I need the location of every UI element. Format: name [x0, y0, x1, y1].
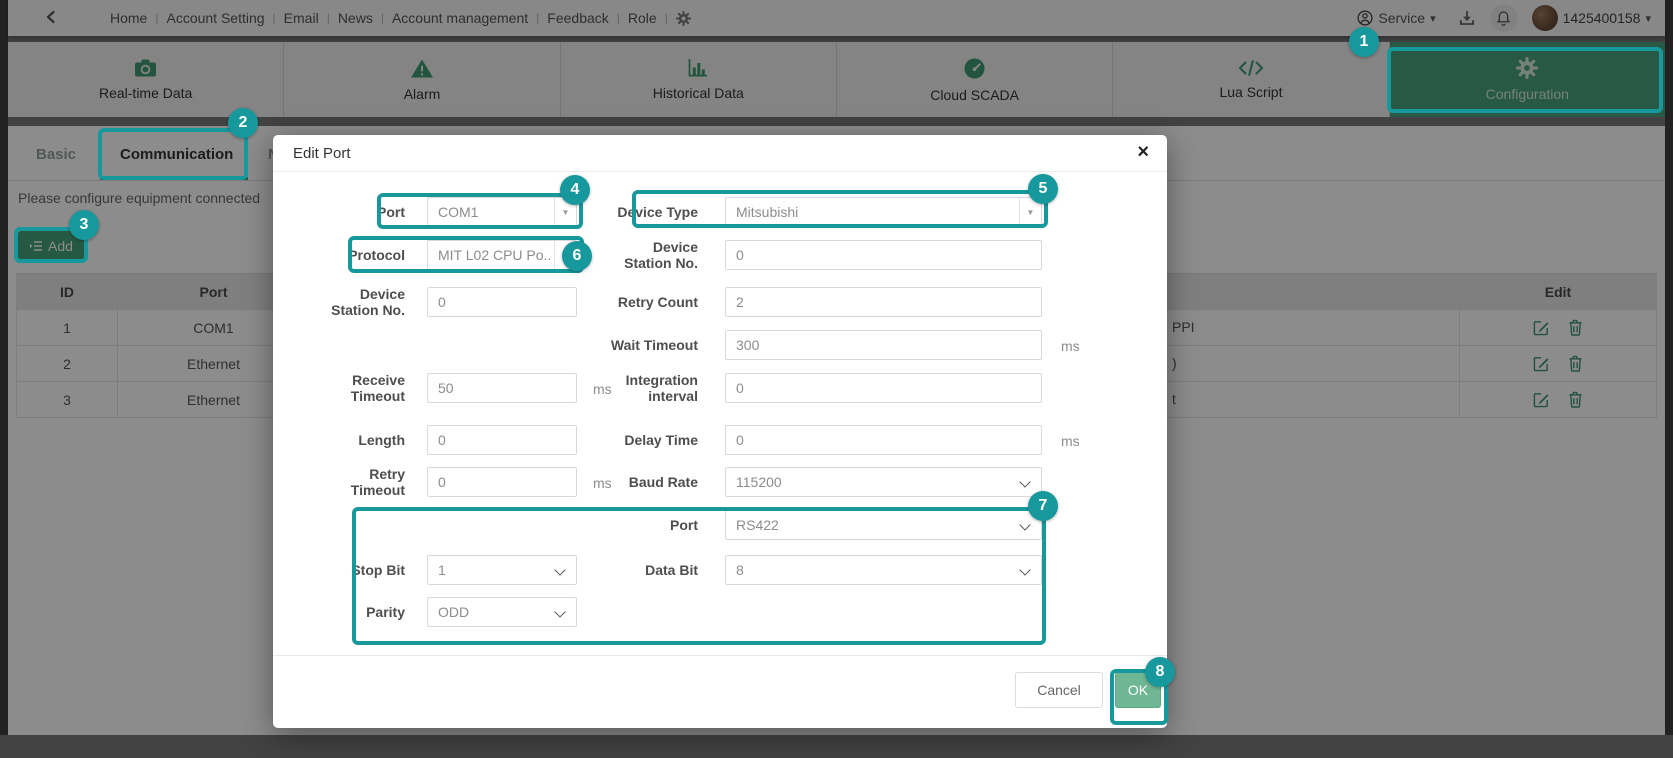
label-delay-time: Delay Time [603, 432, 698, 448]
serial-port-select[interactable]: RS422 [725, 510, 1042, 540]
label-receive-timeout: Receive Timeout [325, 372, 405, 404]
receive-timeout-value: 50 [438, 380, 454, 396]
wait-timeout-input[interactable]: 300 [725, 330, 1042, 360]
delay-time-input[interactable]: 0 [725, 425, 1042, 455]
data-bit-select[interactable]: 8 [725, 555, 1042, 585]
label-serial-port: Port [603, 517, 698, 533]
annotation-badge-8: 8 [1145, 657, 1175, 687]
chevron-down-icon [1019, 519, 1030, 530]
label-device-station-no-2: Device Station No. [603, 239, 698, 271]
retry-count-input[interactable]: 2 [725, 287, 1042, 317]
label-retry-timeout: Retry Timeout [325, 466, 405, 498]
label-device-type: Device Type [603, 204, 698, 220]
retry-timeout-value: 0 [438, 474, 446, 490]
device-station-no-input[interactable]: 0 [427, 287, 577, 317]
retry-count-value: 2 [736, 294, 744, 310]
protocol-select-value: MIT L02 CPU Po... [438, 247, 550, 263]
retry-timeout-input[interactable]: 0 [427, 467, 577, 497]
serial-port-value: RS422 [736, 517, 779, 533]
chevron-down-icon [1019, 564, 1030, 575]
integration-interval-input[interactable]: 0 [725, 373, 1042, 403]
device-station-no-2-input[interactable]: 0 [725, 240, 1042, 270]
length-value: 0 [438, 432, 446, 448]
modal-title: Edit Port [293, 145, 351, 162]
chevron-down-icon [554, 606, 565, 617]
label-protocol: Protocol [325, 247, 405, 263]
annotation-badge-6: 6 [562, 241, 592, 271]
device-station-no-value: 0 [438, 294, 446, 310]
chevron-down-icon [554, 564, 565, 575]
length-input[interactable]: 0 [427, 425, 577, 455]
screen: Home | Account Setting | Email | News | … [0, 0, 1673, 758]
receive-timeout-input[interactable]: 50 [427, 373, 577, 403]
annotation-badge-5: 5 [1028, 174, 1058, 204]
label-baud-rate: Baud Rate [603, 474, 698, 490]
parity-select[interactable]: ODD [427, 597, 577, 627]
stop-bit-value: 1 [438, 562, 446, 578]
protocol-select[interactable]: MIT L02 CPU Po... ▼ [427, 240, 577, 270]
annotation-badge-2: 2 [228, 108, 258, 138]
baud-rate-select[interactable]: 115200 [725, 467, 1042, 497]
label-wait-timeout: Wait Timeout [603, 337, 698, 353]
device-station-no-2-value: 0 [736, 247, 744, 263]
cancel-button[interactable]: Cancel [1015, 672, 1103, 708]
device-type-value: Mitsubishi [736, 204, 798, 220]
wait-timeout-value: 300 [736, 337, 759, 353]
chevron-down-icon [1019, 476, 1030, 487]
label-port: Port [325, 204, 405, 220]
annotation-badge-3: 3 [69, 210, 99, 240]
port-select-value: COM1 [438, 204, 478, 220]
annotation-badge-1: 1 [1349, 27, 1379, 57]
label-retry-count: Retry Count [603, 294, 698, 310]
edit-port-modal: Edit Port × Port COM1 ▼ Protocol MIT L02… [273, 135, 1167, 728]
annotation-badge-4: 4 [560, 175, 590, 205]
label-parity: Parity [325, 604, 405, 620]
label-length: Length [325, 432, 405, 448]
label-integration-interval: Integration interval [603, 372, 698, 404]
data-bit-value: 8 [736, 562, 744, 578]
device-type-select[interactable]: Mitsubishi ▼ [725, 197, 1042, 227]
modal-header: Edit Port × [273, 135, 1167, 172]
port-select[interactable]: COM1 ▼ [427, 197, 577, 227]
stop-bit-select[interactable]: 1 [427, 555, 577, 585]
unit-ms: ms [1061, 338, 1080, 354]
label-data-bit: Data Bit [603, 562, 698, 578]
unit-ms: ms [1061, 433, 1080, 449]
delay-time-value: 0 [736, 432, 744, 448]
baud-rate-value: 115200 [736, 474, 782, 490]
parity-value: ODD [438, 604, 469, 620]
close-icon[interactable]: × [1137, 141, 1149, 163]
annotation-badge-7: 7 [1028, 491, 1058, 521]
integration-interval-value: 0 [736, 380, 744, 396]
label-device-station-no: Device Station No. [325, 286, 405, 318]
label-stop-bit: Stop Bit [325, 562, 405, 578]
